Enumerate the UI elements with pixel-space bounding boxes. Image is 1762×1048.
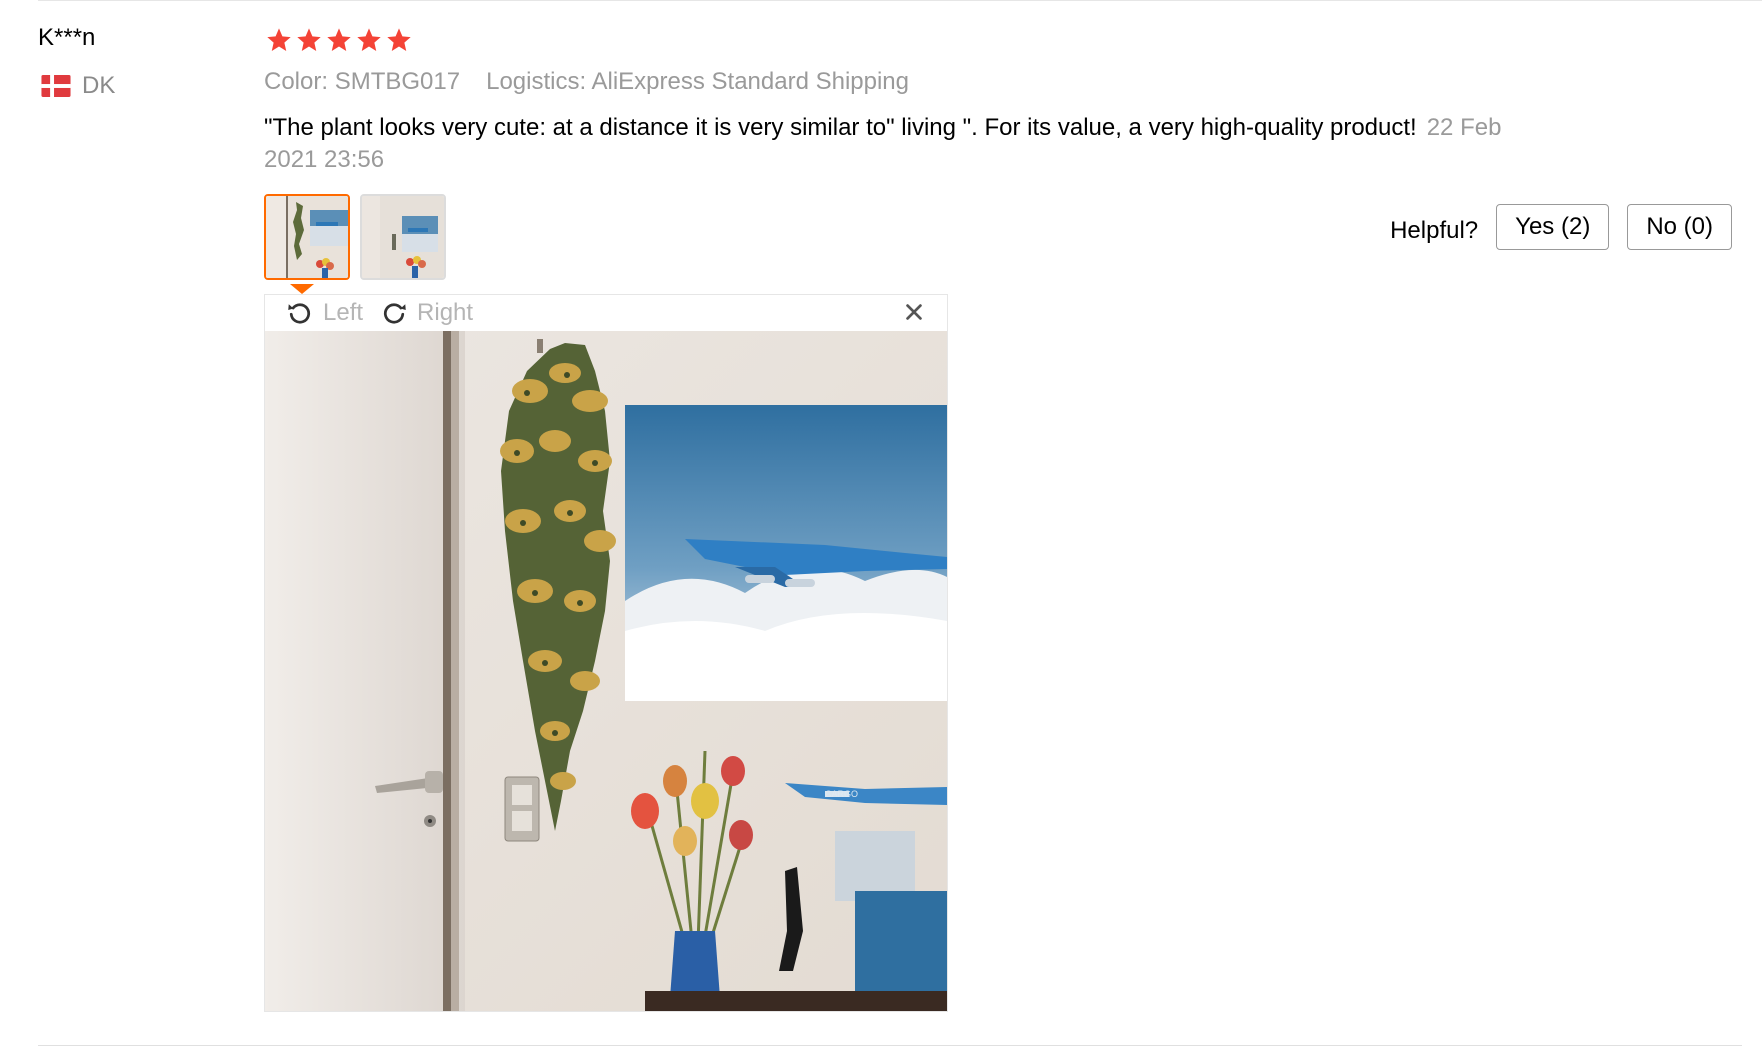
star-icon — [267, 28, 291, 51]
model-plane-text: CARGO — [825, 789, 858, 799]
star-icon — [327, 28, 351, 51]
helpful-no-button[interactable]: No (0) — [1627, 204, 1732, 250]
poster-subtitle-text: Royal Dutch Airlines — [673, 687, 727, 693]
logistics-info: Logistics: AliExpress Standard Shipping — [486, 68, 909, 96]
review-meta: Color: SMTBG017 Logistics: AliExpress St… — [264, 68, 909, 96]
review-body: "The plant looks very cute: at a distanc… — [264, 112, 1544, 176]
review-photo: KLM Royal Dutch Airlines CARGO — [265, 331, 947, 1011]
review-thumbnails — [264, 194, 446, 280]
top-divider — [38, 0, 1762, 1]
country-code: DK — [82, 72, 116, 99]
helpful-yes-button[interactable]: Yes (2) — [1496, 204, 1610, 250]
image-viewer: Left Right KLM Royal Dutch Airlines CARG… — [264, 294, 948, 1012]
poster-brand-text: KLM — [635, 680, 665, 696]
logistics-value: AliExpress Standard Shipping — [591, 68, 910, 95]
rating-stars — [265, 26, 413, 54]
helpful-label: Helpful? — [1390, 217, 1479, 244]
rotate-left-label: Left — [323, 299, 364, 326]
star-icon — [297, 28, 321, 51]
rotate-right-button[interactable]: Right — [379, 298, 473, 328]
thumbnail-1[interactable] — [264, 194, 350, 280]
thumbnail-2[interactable] — [360, 194, 446, 280]
rotate-left-icon — [288, 303, 311, 324]
denmark-flag-icon — [41, 75, 71, 97]
bottom-divider — [38, 1045, 1742, 1046]
rotate-left-button[interactable]: Left — [285, 298, 363, 328]
thumbnail-image — [266, 196, 348, 278]
color-label: Color: — [264, 68, 329, 95]
star-icon — [357, 28, 381, 51]
viewer-toolbar: Left Right — [265, 295, 947, 331]
active-thumbnail-pointer — [290, 284, 314, 294]
helpful-votes: Helpful? Yes (2) No (0) — [1390, 204, 1732, 250]
thumbnail-image — [362, 196, 444, 278]
color-value: SMTBG017 — [334, 68, 461, 95]
reviewer-name: K***n — [38, 24, 96, 51]
logistics-label: Logistics: — [486, 68, 587, 95]
star-icon — [387, 28, 411, 51]
color-info: Color: SMTBG017 — [264, 68, 460, 96]
close-icon[interactable] — [903, 301, 925, 323]
review-text: "The plant looks very cute: at a distanc… — [264, 114, 1417, 141]
rotate-right-icon — [383, 303, 406, 324]
reviewer-country: DK — [38, 72, 115, 100]
rotate-right-label: Right — [417, 299, 474, 326]
